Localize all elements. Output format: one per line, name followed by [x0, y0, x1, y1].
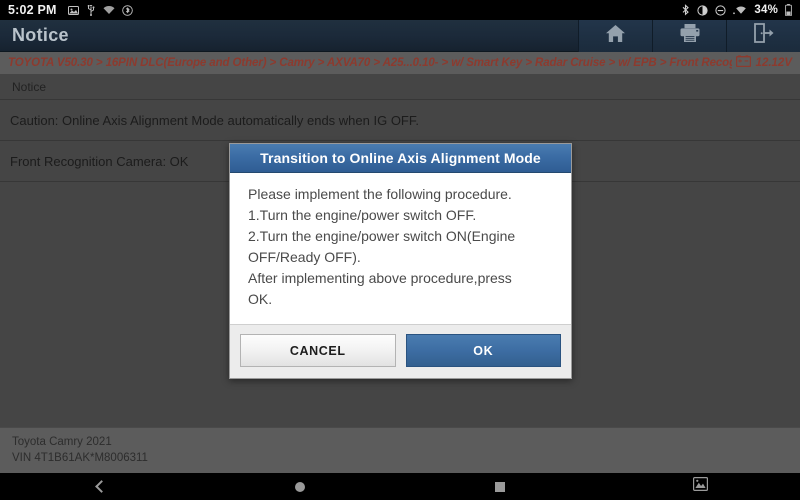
dialog-line: After implementing above procedure,press: [248, 270, 512, 286]
car-battery-icon: [735, 54, 751, 72]
table-row: Caution: Online Axis Alignment Mode auto…: [0, 100, 800, 141]
nav-recents[interactable]: [400, 473, 600, 500]
nav-back[interactable]: [0, 473, 200, 500]
home-button[interactable]: [578, 19, 652, 52]
app-header: Notice: [0, 19, 800, 52]
dialog-line: 2.Turn the engine/power switch ON(Engine: [248, 228, 516, 244]
status-right-icon-group: 34%: [681, 4, 792, 16]
android-nav-bar: [0, 473, 800, 500]
dialog-line: OFF/Ready OFF).: [248, 249, 361, 265]
breadcrumb-path: TOYOTA V50.30 > 16PIN DLC(Europe and Oth…: [8, 57, 732, 69]
exit-button[interactable]: [726, 19, 800, 52]
do-not-disturb-icon: [715, 4, 726, 16]
circle-icon: [295, 481, 305, 492]
tab-notice[interactable]: Notice: [0, 74, 58, 100]
dialog-line: Please implement the following procedure…: [248, 186, 512, 202]
breadcrumb-voltage-group: 12.12V: [732, 54, 792, 72]
status-clock: 5:02 PM: [8, 3, 57, 17]
exit-icon: [753, 23, 775, 48]
android-status-bar: 5:02 PM 34%: [0, 0, 800, 20]
vehicle-vin-label: VIN 4T1B61AK*M8006311: [12, 452, 148, 464]
brightness-icon: [697, 4, 708, 16]
usb-icon: [86, 4, 96, 16]
dialog-body: Please implement the following procedure…: [230, 173, 571, 324]
print-button[interactable]: [652, 19, 726, 52]
dialog-line: 1.Turn the engine/power switch OFF.: [248, 207, 477, 223]
dialog-button-bar: CANCEL OK: [230, 324, 571, 378]
home-icon: [605, 24, 626, 48]
bluetooth-icon: [681, 4, 690, 16]
transition-dialog: Transition to Online Axis Alignment Mode…: [229, 143, 572, 379]
square-icon: [495, 481, 505, 492]
nav-screenshot[interactable]: [600, 473, 800, 500]
breadcrumb: TOYOTA V50.30 > 16PIN DLC(Europe and Oth…: [0, 52, 800, 74]
vehicle-info-footer: Toyota Camry 2021 VIN 4T1B61AK*M8006311: [0, 427, 800, 473]
wifi-signal-icon: [733, 5, 747, 15]
wifi-icon: [103, 5, 115, 15]
battery-percent-label: 34%: [754, 4, 778, 16]
page-title: Notice: [12, 25, 69, 45]
header-button-group: [578, 19, 800, 52]
battery-voltage-label: 12.12V: [755, 57, 792, 69]
chevron-left-icon: [95, 480, 108, 493]
dialog-title: Transition to Online Axis Alignment Mode: [230, 144, 571, 173]
ok-button[interactable]: OK: [405, 334, 561, 367]
dialog-line: OK.: [248, 291, 273, 307]
nav-home[interactable]: [200, 473, 400, 500]
battery-icon: [785, 4, 792, 16]
screenshot-icon: [67, 5, 79, 16]
printer-icon: [679, 23, 701, 48]
device-screen: 5:02 PM 34% Notice TOYOTA V50.30 > 16PIN…: [0, 0, 800, 500]
cancel-button[interactable]: CANCEL: [240, 334, 396, 367]
screenshot-icon: [692, 477, 708, 496]
tab-strip: Notice: [0, 74, 800, 100]
bluetooth-audio-icon: [121, 4, 133, 16]
status-left-icon-group: [67, 4, 133, 16]
vehicle-name-label: Toyota Camry 2021: [12, 436, 112, 448]
